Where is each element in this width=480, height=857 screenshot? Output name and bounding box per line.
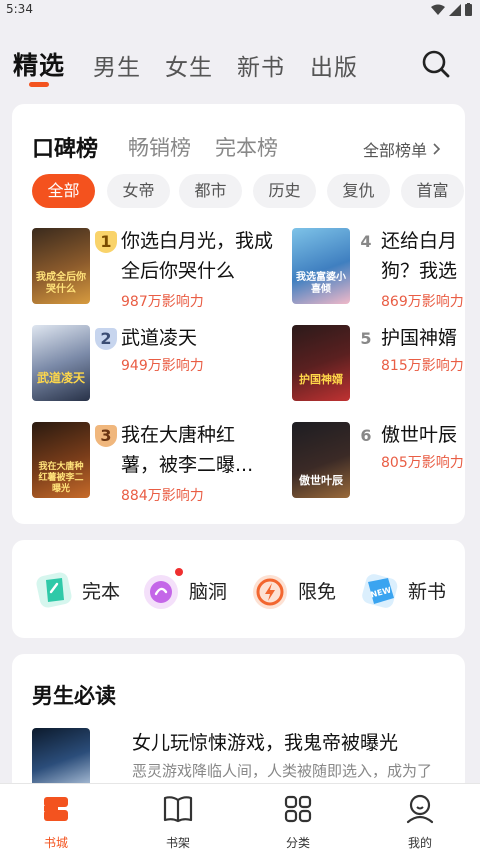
- book-cover: 我在大唐种红薯被李二曝光: [32, 422, 90, 498]
- lightning-free-icon: [248, 568, 292, 612]
- quick-entry-label: 完本: [82, 580, 121, 603]
- tab-featured[interactable]: 精选: [13, 46, 65, 82]
- book-cover: 武道凌天: [32, 325, 90, 401]
- all-rankings-label: 全部榜单: [363, 141, 428, 160]
- book-complete-icon: [32, 568, 76, 612]
- book-popularity: 884万影响力: [121, 488, 204, 504]
- nav-bookstore[interactable]: 书城: [16, 792, 96, 851]
- category-grid-icon: [284, 795, 312, 823]
- rank-badge: 1: [95, 231, 117, 253]
- tab-female[interactable]: 女生: [165, 48, 213, 82]
- quick-entry-label: 脑洞: [189, 580, 228, 603]
- chip-history[interactable]: 历史: [253, 174, 316, 208]
- book-title: 你选白月光，我成全后你哭什么: [121, 230, 274, 282]
- tab-male[interactable]: 男生: [93, 48, 141, 82]
- status-bar: 5:34: [0, 0, 480, 22]
- cover-title: 武道凌天: [36, 371, 85, 385]
- quick-entry-brainstorm[interactable]: 脑洞: [139, 568, 227, 612]
- new-tag-icon: NEW: [358, 568, 402, 612]
- book-cover: 我选富婆小喜倾: [292, 228, 350, 304]
- nav-profile[interactable]: 我的: [380, 792, 460, 851]
- chip-urban[interactable]: 都市: [179, 174, 242, 208]
- book-popularity: 869万影响力: [381, 294, 464, 310]
- book-popularity: 987万影响力: [121, 294, 204, 310]
- quick-entry-label: 新书: [408, 580, 447, 603]
- bookshelf-icon: [163, 796, 193, 823]
- tab-published[interactable]: 出版: [310, 48, 358, 82]
- chip-all[interactable]: 全部: [32, 174, 95, 208]
- all-rankings-link[interactable]: 全部榜单: [363, 137, 441, 161]
- ranking-card: 口碑榜 畅销榜 完本榜 全部榜单 全部 女帝 都市 历史 复仇 首富 我成全后你…: [12, 104, 465, 524]
- section-title: 男生必读: [32, 684, 116, 708]
- rank-badge: 5: [360, 329, 372, 348]
- book-cover: 我成全后你哭什么: [32, 228, 90, 304]
- tab-new-books[interactable]: 新书: [237, 48, 285, 82]
- book-cover: 护国神婿: [292, 325, 350, 401]
- book-title: 还给白月狗？我选: [381, 230, 458, 282]
- tab-completed-rank[interactable]: 完本榜: [215, 132, 278, 162]
- book-description: 恶灵游戏降临人间，人类被随即选入，成为了: [132, 762, 433, 780]
- quick-entry-new[interactable]: NEW 新书: [358, 568, 446, 612]
- book-popularity: 815万影响力: [381, 358, 464, 374]
- active-tab-indicator: [29, 82, 49, 87]
- brain-idea-icon: [139, 568, 183, 612]
- top-tab-bar: 精选 男生 女生 新书 出版: [0, 42, 480, 92]
- rank-badge: 3: [95, 425, 117, 447]
- bookstore-icon: [44, 797, 68, 821]
- cover-title: 我选富婆小喜倾: [296, 272, 346, 295]
- wifi-icon: [431, 4, 445, 15]
- book-popularity: 805万影响力: [381, 455, 464, 471]
- must-read-card: 男生必读 女儿玩惊悚游戏，我鬼帝被曝光 恶灵游戏降临人间，人类被随即选入，成为了: [12, 654, 465, 794]
- nav-label: 书城: [43, 836, 68, 850]
- cover-title: 我成全后你哭什么: [36, 272, 86, 295]
- tab-bestseller-rank[interactable]: 畅销榜: [128, 132, 191, 162]
- nav-bookshelf[interactable]: 书架: [138, 792, 218, 851]
- book-title: 武道凌天: [121, 327, 198, 349]
- quick-entry-card: 完本 脑洞 限免 NEW 新书: [12, 540, 465, 638]
- nav-label: 分类: [285, 836, 310, 850]
- quick-entry-label: 限免: [298, 580, 337, 603]
- book-cover: 傲世叶辰: [292, 422, 350, 498]
- status-time: 5:34: [6, 2, 33, 16]
- chevron-right-icon: [433, 143, 441, 155]
- battery-icon: [465, 3, 472, 16]
- cover-title: 护国神婿: [299, 373, 343, 386]
- rank-badge: 6: [360, 426, 372, 445]
- quick-entry-free[interactable]: 限免: [248, 568, 336, 612]
- cover-title: 我在大唐种红薯被李二曝光: [38, 462, 84, 494]
- nav-label: 我的: [407, 836, 432, 850]
- tab-reputation-rank[interactable]: 口碑榜: [32, 131, 98, 163]
- book-title[interactable]: 女儿玩惊悚游戏，我鬼帝被曝光: [132, 728, 398, 755]
- status-icons: [431, 3, 472, 16]
- book-title: 我在大唐种红薯，被李二曝...: [121, 424, 254, 476]
- rank-badge: 2: [95, 328, 117, 350]
- chip-empress[interactable]: 女帝: [107, 174, 170, 208]
- notification-dot: [175, 568, 183, 576]
- rank-badge: 4: [360, 232, 372, 251]
- search-icon[interactable]: [420, 48, 452, 80]
- profile-icon: [406, 794, 434, 824]
- chip-tycoon[interactable]: 首富: [401, 174, 464, 208]
- chip-revenge[interactable]: 复仇: [327, 174, 390, 208]
- book-title: 护国神婿: [381, 327, 458, 349]
- quick-entry-completed[interactable]: 完本: [32, 568, 120, 612]
- signal-icon: [449, 3, 461, 16]
- cover-title: 傲世叶辰: [299, 474, 343, 487]
- genre-chip-row: 全部 女帝 都市 历史 复仇 首富: [32, 174, 465, 210]
- book-popularity: 949万影响力: [121, 358, 204, 374]
- bottom-nav: 书城 书架 分类 我的: [0, 783, 480, 857]
- nav-label: 书架: [165, 836, 190, 850]
- nav-category[interactable]: 分类: [258, 792, 338, 851]
- book-title: 傲世叶辰: [381, 424, 458, 446]
